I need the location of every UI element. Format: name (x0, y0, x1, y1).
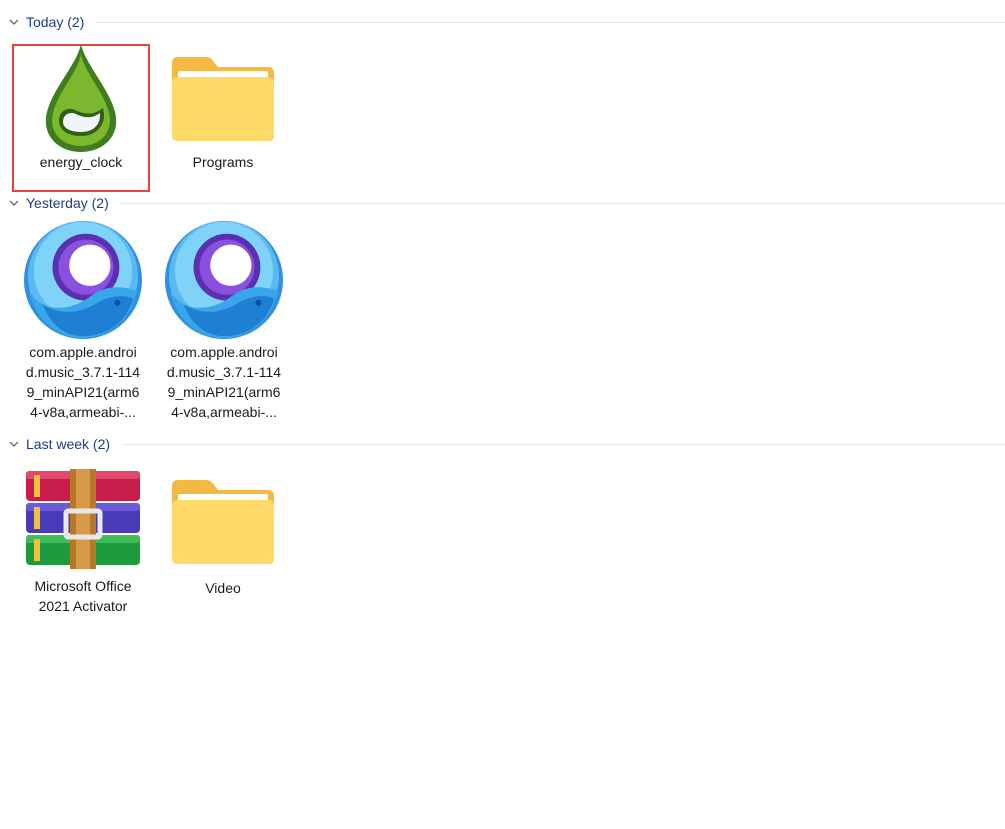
folder-icon (163, 466, 283, 576)
label-line: com.apple.androi (29, 344, 137, 360)
folder-item-programs[interactable]: Programs (154, 46, 292, 172)
label-line: Microsoft Office (34, 578, 132, 594)
file-explorer-view: Today (2) energy_clock Programs Yesterda… (0, 0, 1005, 829)
label-line: d.music_3.7.1-114 (25, 364, 141, 380)
label-line: 9_minAPI21(arm6 (26, 384, 140, 400)
chevron-down-icon[interactable] (8, 438, 20, 450)
label-line: 4-v8a,armeabi-... (30, 404, 136, 420)
label-line: 2021 Activator (38, 598, 128, 614)
label-line: 9_minAPI21(arm6 (167, 384, 281, 400)
file-item-microsoft-office-activator[interactable]: Microsoft Office 2021 Activator (14, 464, 152, 616)
folder-icon (163, 46, 283, 150)
group-divider (120, 202, 1005, 204)
folder-item-video[interactable]: Video (154, 466, 292, 598)
file-item-label: Microsoft Office 2021 Activator (21, 576, 145, 616)
file-item-apk-2[interactable]: com.apple.androi d.music_3.7.1-114 9_min… (155, 220, 293, 422)
group-divider (122, 443, 1005, 445)
group-header-last-week[interactable]: Last week (2) (0, 433, 1005, 455)
file-item-energy-clock[interactable]: energy_clock (12, 44, 150, 192)
file-item-label: Programs (192, 154, 254, 170)
file-item-apk-1[interactable]: com.apple.androi d.music_3.7.1-114 9_min… (14, 220, 152, 422)
group-title: Today (2) (26, 14, 85, 30)
group-header-yesterday[interactable]: Yesterday (2) (0, 192, 1005, 214)
energy-clock-drop-icon (21, 44, 141, 152)
file-item-label: com.apple.androi d.music_3.7.1-114 9_min… (21, 342, 145, 422)
group-title: Last week (2) (26, 436, 111, 452)
label-line: com.apple.androi (170, 344, 278, 360)
group-title: Yesterday (2) (26, 195, 109, 211)
file-item-label: energy_clock (39, 154, 123, 170)
winrar-archive-icon (23, 464, 143, 574)
gameloop-app-icon (23, 220, 143, 340)
file-item-label: Video (205, 580, 241, 596)
gameloop-app-icon (164, 220, 284, 340)
chevron-down-icon[interactable] (8, 16, 20, 28)
group-header-today[interactable]: Today (2) (0, 11, 1005, 33)
label-line: 4-v8a,armeabi-... (171, 404, 277, 420)
label-line: d.music_3.7.1-114 (166, 364, 282, 380)
chevron-down-icon[interactable] (8, 197, 20, 209)
file-item-label: com.apple.androi d.music_3.7.1-114 9_min… (162, 342, 286, 422)
group-divider (96, 21, 1005, 23)
